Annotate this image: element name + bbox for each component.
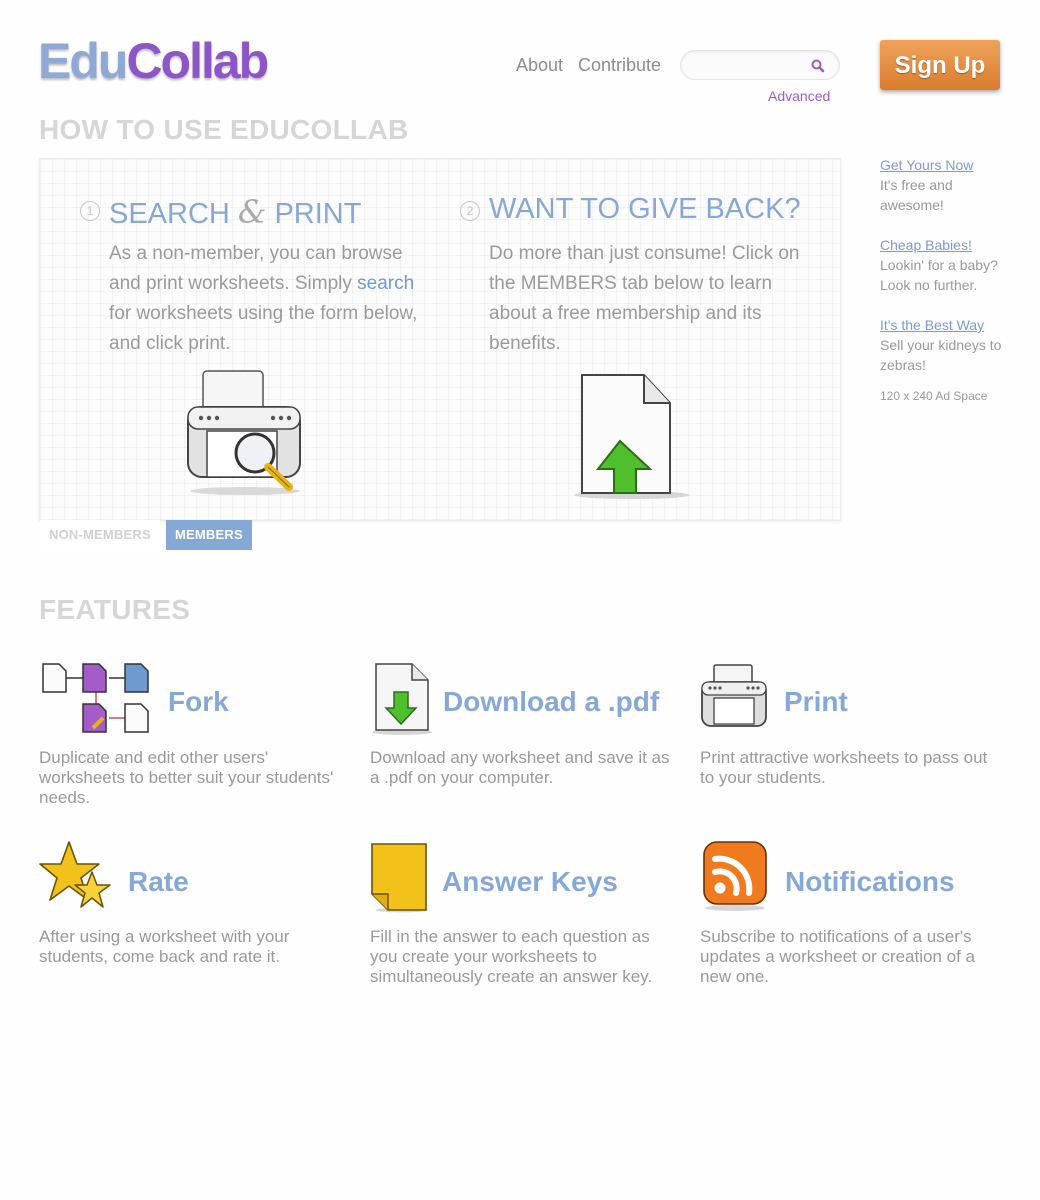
star-icon bbox=[39, 841, 111, 908]
feature-title: Rate bbox=[128, 866, 189, 897]
ad-link[interactable]: Cheap Babies! bbox=[880, 235, 1010, 255]
upload-document-illustration bbox=[574, 374, 690, 499]
nav-about-link[interactable]: About bbox=[516, 55, 563, 76]
sign-up-button[interactable]: Sign Up bbox=[880, 40, 1000, 90]
howto-title: HOW TO USE EDUCOLLAB bbox=[39, 114, 409, 145]
step-text-give-back: Do more than just consume! Click on the … bbox=[489, 243, 800, 354]
features-title: FEATURES bbox=[39, 594, 191, 625]
search-icon[interactable] bbox=[809, 57, 827, 75]
fork-icon bbox=[42, 663, 149, 733]
feature-download-pdf: Download a .pdf Download any worksheet a… bbox=[370, 662, 680, 802]
printer-icon bbox=[701, 664, 767, 727]
feature-title: Notifications bbox=[785, 866, 955, 897]
feature-rate: Rate After using a worksheet with your s… bbox=[39, 840, 349, 970]
printer-search-illustration bbox=[187, 370, 301, 495]
ad-link[interactable]: It's the Best Way bbox=[880, 315, 1010, 335]
feature-notifications: Notifications Subscribe to notifications… bbox=[700, 840, 1010, 990]
answer-key-icon bbox=[371, 843, 428, 913]
step-number-2: 2 bbox=[460, 201, 480, 221]
search-box bbox=[680, 50, 840, 80]
ad-text: Sell your kidneys to zebras! bbox=[880, 337, 1002, 373]
feature-desc: Duplicate and edit other users' workshee… bbox=[39, 748, 334, 807]
logo-edu: Edu bbox=[38, 33, 128, 89]
feature-answer-keys: Answer Keys Fill in the answer to each q… bbox=[370, 840, 680, 990]
feature-title: Fork bbox=[168, 686, 229, 717]
download-pdf-icon bbox=[372, 663, 432, 735]
feature-title: Answer Keys bbox=[442, 866, 618, 897]
nav-contribute-link[interactable]: Contribute bbox=[578, 55, 661, 76]
feature-desc: Fill in the answer to each question as y… bbox=[370, 927, 653, 986]
step-heading-print: PRINT bbox=[274, 198, 362, 230]
ad-link[interactable]: Get Yours Now bbox=[880, 155, 1010, 175]
ad-space-label: 120 x 240 Ad Space bbox=[880, 389, 988, 403]
feature-desc: Download any worksheet and save it as a … bbox=[370, 748, 670, 787]
ad-cheap-babies: Cheap Babies! Lookin' for a baby? Look n… bbox=[880, 235, 1010, 295]
feature-desc: Subscribe to notifications of a user's u… bbox=[700, 927, 975, 986]
logo[interactable]: EduCollab bbox=[38, 33, 269, 89]
rss-icon bbox=[703, 841, 767, 911]
feature-title: Download a .pdf bbox=[443, 686, 660, 717]
ad-best-way: It's the Best Way Sell your kidneys to z… bbox=[880, 315, 1010, 375]
logo-collab: Collab bbox=[126, 33, 269, 89]
step-heading: SEARCH & PRINT bbox=[109, 193, 361, 231]
step-text-part2: for worksheets using the form below, and… bbox=[109, 303, 418, 354]
search-link[interactable]: search bbox=[357, 273, 414, 294]
feature-title: Print bbox=[784, 686, 848, 717]
advanced-search-link[interactable]: Advanced bbox=[768, 88, 830, 104]
feature-desc: Print attractive worksheets to pass out … bbox=[700, 748, 988, 787]
step-heading-search: SEARCH bbox=[109, 198, 230, 230]
feature-desc: After using a worksheet with your studen… bbox=[39, 927, 290, 966]
search-input[interactable] bbox=[693, 56, 808, 76]
ad-text: It's free and awesome! bbox=[880, 177, 953, 213]
feature-print: Print Print attractive worksheets to pas… bbox=[700, 662, 1010, 802]
step-number-1: 1 bbox=[80, 201, 100, 221]
ad-get-yours-now: Get Yours Now It's free and awesome! bbox=[880, 155, 1010, 215]
step-heading-give-back: WANT TO GIVE BACK? bbox=[489, 193, 801, 225]
ad-text: Lookin' for a baby? Look no further. bbox=[880, 257, 998, 293]
step-heading-amp: & bbox=[237, 193, 267, 231]
tab-non-members[interactable]: NON-MEMBERS bbox=[40, 520, 160, 550]
step-text: As a non-member, you can browse and prin… bbox=[109, 239, 429, 359]
feature-fork: Fork Duplicate and edit other users' wor… bbox=[39, 662, 349, 812]
howto-panel: 1 SEARCH & PRINT As a non-member, you ca… bbox=[39, 158, 841, 521]
tab-members[interactable]: MEMBERS bbox=[166, 520, 252, 550]
